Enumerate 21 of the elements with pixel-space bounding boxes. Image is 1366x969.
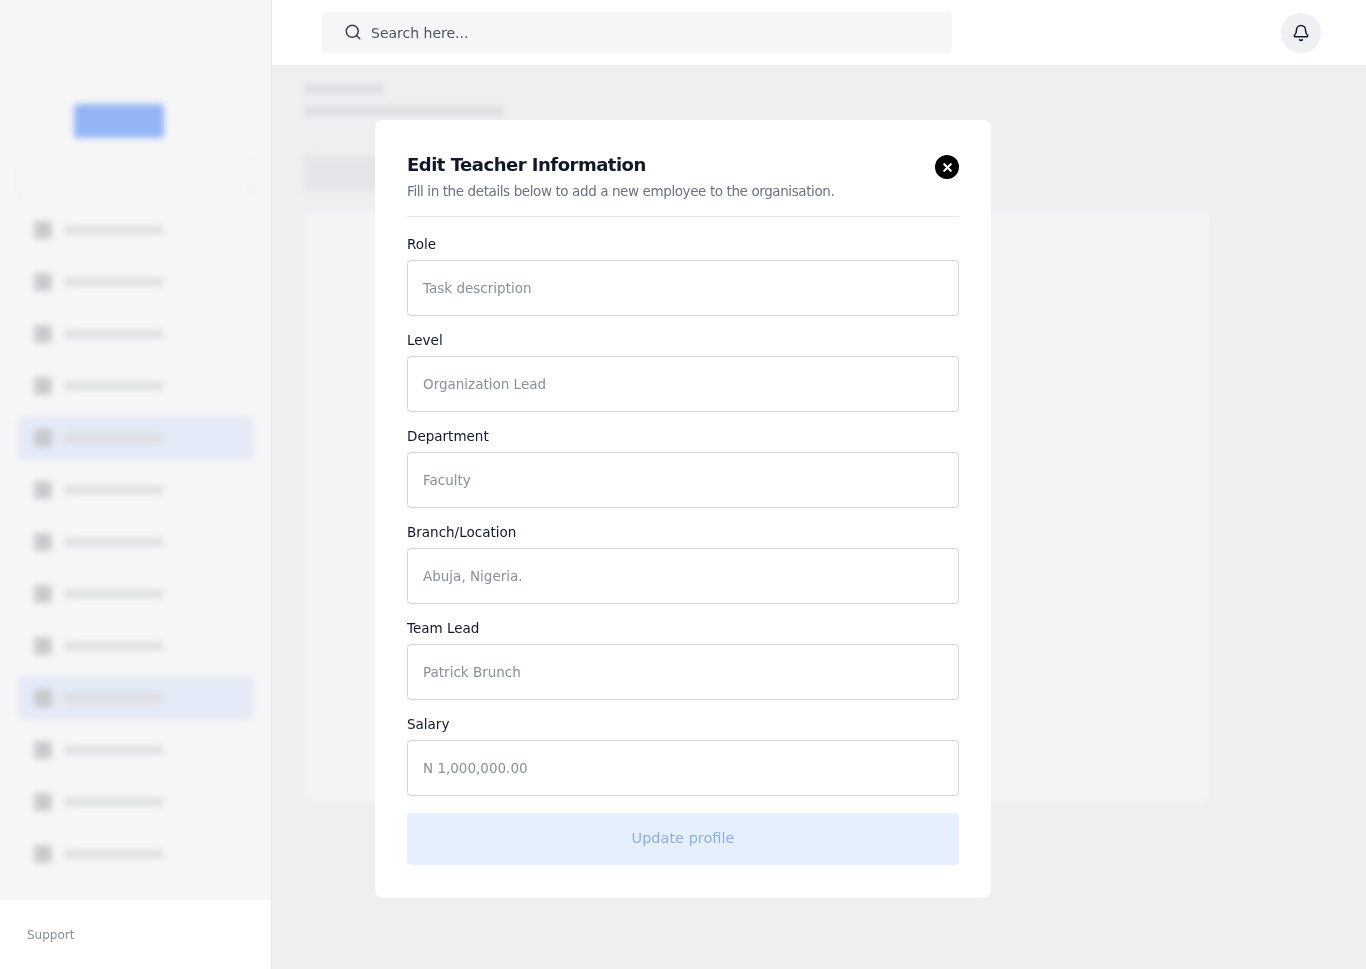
dialog-subtitle: Fill in the details below to add a new employee to the organisation. <box>407 182 835 201</box>
input-field[interactable]: N 1,000,000.00 <box>407 740 959 796</box>
search-field[interactable]: Search here... <box>322 12 952 53</box>
close-button[interactable] <box>935 155 959 179</box>
input-field[interactable]: Faculty <box>407 452 959 508</box>
input-field[interactable]: Task description <box>407 260 959 316</box>
search-icon <box>344 23 362 41</box>
field-label: Team Lead <box>407 619 481 637</box>
bell-icon <box>1292 23 1310 42</box>
field-label: Department <box>407 427 490 445</box>
input-field[interactable]: Patrick Brunch <box>407 644 959 700</box>
field-label: Salary <box>407 715 451 733</box>
support-link[interactable]: Support <box>27 925 75 944</box>
field-label: Branch/Location <box>407 523 518 541</box>
notification-button[interactable] <box>1281 12 1321 53</box>
field-label: Role <box>407 235 438 253</box>
field-label: Level <box>407 331 444 349</box>
input-field[interactable]: Abuja, Nigeria. <box>407 548 959 604</box>
dialog-title: Edit Teacher Information <box>407 153 647 177</box>
close-icon <box>940 160 954 174</box>
input-field[interactable]: Organization Lead <box>407 356 959 412</box>
